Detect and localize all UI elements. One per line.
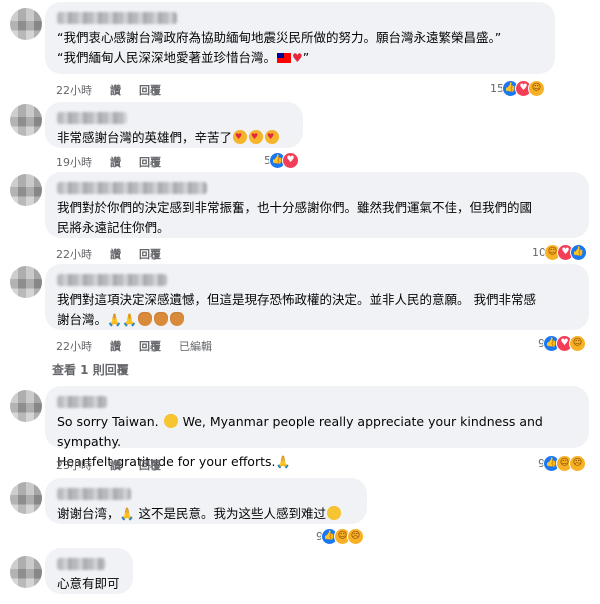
cat-face-icon: [153, 312, 168, 326]
reply-action[interactable]: 回覆: [139, 246, 161, 262]
folded-hands-icon: 🙏: [107, 313, 122, 327]
care-icon: ☺: [528, 79, 545, 97]
like-action[interactable]: 讚: [110, 82, 121, 98]
commenter-avatar[interactable]: [10, 174, 42, 206]
care-icon: ☺: [569, 334, 586, 352]
reply-action[interactable]: 回覆: [139, 154, 161, 170]
edited-label: 已編輯: [179, 340, 212, 353]
comment-bubble: 非常感謝台灣的英雄們，辛苦了: [45, 102, 303, 148]
love-icon: ♥: [282, 151, 299, 169]
comment-text: 非常感謝台灣的英雄們，辛苦了: [57, 127, 291, 148]
comment-timestamp[interactable]: 22小時: [56, 338, 92, 354]
commenter-avatar[interactable]: [10, 482, 42, 514]
commenter-name-blurred[interactable]: [57, 274, 167, 286]
comment-text: 我們對於你們的決定感到非常振奮，也十分感謝你們。雖然我們運氣不佳，但我們的國 民…: [57, 200, 533, 235]
sad-icon: ☹: [569, 454, 586, 472]
commenter-avatar[interactable]: [10, 266, 42, 298]
like-action[interactable]: 讚: [110, 338, 121, 354]
red-heart-icon: ♥: [291, 51, 303, 65]
comment-actions: 22小時 讚 回覆: [56, 82, 161, 98]
reply-action[interactable]: 回覆: [139, 82, 161, 98]
comment-text: 心意有即可: [57, 576, 120, 591]
comment-text: 谢谢台湾，🙏 这不是民意。我为这些人感到难过: [57, 504, 355, 524]
commenter-name-blurred[interactable]: [57, 112, 127, 124]
like-action[interactable]: 讚: [110, 246, 121, 262]
reaction-summary[interactable]: 5 👍 ♥: [260, 151, 301, 169]
commenter-name-blurred[interactable]: [57, 182, 207, 194]
comment-actions: 19小時 讚 回覆: [56, 154, 161, 170]
comment-text: “我們衷心感謝台灣政府為協助緬甸地震災民所做的努力。願台灣永遠繁榮昌盛。” “我…: [57, 30, 502, 65]
commenter-name-blurred[interactable]: [57, 12, 177, 24]
comment-timestamp[interactable]: 23小時: [56, 457, 92, 473]
reaction-summary[interactable]: 15 👍 ♥ ☺: [486, 79, 547, 97]
reaction-summary[interactable]: 10 ☺ ♥ 👍: [528, 243, 589, 261]
reaction-summary[interactable]: 9 👍 ☺ ☹: [312, 527, 366, 545]
comment-actions: 22小時 讚 回覆 已編輯: [56, 338, 212, 354]
comment-actions: 23小時 讚 回覆: [56, 457, 161, 473]
commenter-avatar[interactable]: [10, 104, 42, 136]
smiling-face-with-hearts-icon: [249, 127, 264, 147]
taiwan-flag-icon: [276, 53, 291, 63]
comment-bubble: 我們對於你們的決定感到非常振奮，也十分感謝你們。雖然我們運氣不佳，但我們的國 民…: [45, 172, 589, 238]
smiling-face-with-hearts-icon: [265, 127, 280, 147]
commenter-avatar[interactable]: [10, 556, 42, 588]
sad-face-icon: [326, 506, 341, 520]
comment-bubble: 我們對這項決定深感遺憾，但這是現存恐怖政權的決定。並非人民的意願。 我們非常感 …: [45, 264, 589, 330]
commenter-avatar[interactable]: [10, 8, 42, 40]
like-action[interactable]: 讚: [110, 457, 121, 473]
sad-face-icon: [163, 414, 178, 428]
commenter-avatar[interactable]: [10, 390, 42, 422]
folded-hands-icon: 🙏: [119, 507, 135, 521]
view-replies-link[interactable]: 查看 1 則回覆: [52, 361, 129, 378]
like-icon: 👍: [570, 243, 587, 261]
folded-hands-icon: 🙏: [275, 455, 291, 469]
reply-action[interactable]: 回覆: [139, 338, 161, 354]
comment-bubble: 心意有即可: [45, 548, 133, 594]
reaction-summary[interactable]: 9 👍 ☺ ☹: [534, 454, 588, 472]
commenter-name-blurred[interactable]: [57, 396, 107, 408]
cat-face-icon: [137, 312, 152, 326]
comment-bubble: 谢谢台湾，🙏 这不是民意。我为这些人感到难过: [45, 478, 367, 524]
folded-hands-icon: 🙏: [121, 313, 137, 327]
comment-bubble: So sorry Taiwan. We, Myanmar people real…: [45, 386, 589, 469]
reply-action[interactable]: 回覆: [139, 457, 161, 473]
comment-text: 我們對這項決定深感遺憾，但這是現存恐怖政權的決定。並非人民的意願。 我們非常感 …: [57, 290, 577, 330]
comment-bubble: “我們衷心感謝台灣政府為協助緬甸地震災民所做的努力。願台灣永遠繁榮昌盛。” “我…: [45, 2, 555, 74]
like-action[interactable]: 讚: [110, 154, 121, 170]
comment-actions: 22小時 讚 回覆: [56, 246, 161, 262]
cat-face-icon: [169, 312, 184, 326]
comment-timestamp[interactable]: 22小時: [56, 82, 92, 98]
commenter-name-blurred[interactable]: [57, 558, 105, 570]
comment-timestamp[interactable]: 22小時: [56, 246, 92, 262]
commenter-name-blurred[interactable]: [57, 488, 131, 500]
reaction-summary[interactable]: 9 👍 ♥ ☺: [534, 334, 588, 352]
comment-timestamp[interactable]: 19小時: [56, 154, 92, 170]
smiling-face-with-hearts-icon: [233, 127, 248, 147]
sad-icon: ☹: [347, 527, 364, 545]
